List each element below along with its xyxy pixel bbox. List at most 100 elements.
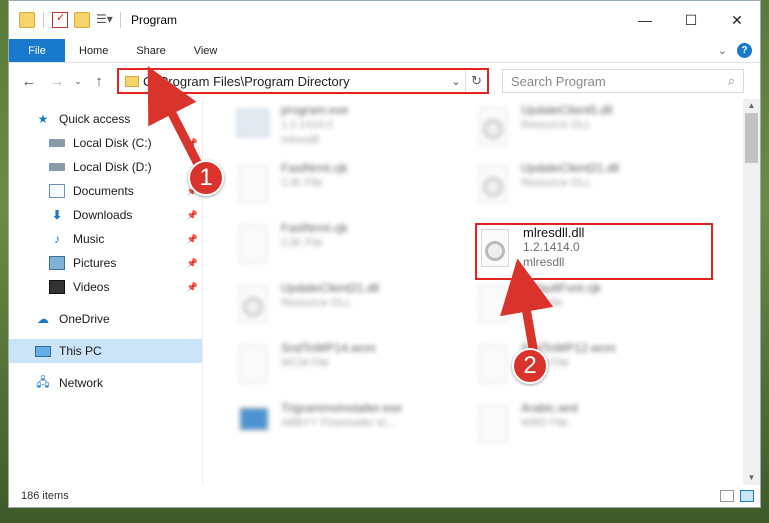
- network-icon: 🖧: [36, 374, 50, 389]
- nav-label: Downloads: [73, 208, 133, 222]
- nav-label: OneDrive: [59, 312, 110, 326]
- nav-this-pc[interactable]: This PC: [9, 339, 202, 363]
- dll-gear-icon: [473, 161, 513, 207]
- dll-gear-icon: [233, 281, 273, 327]
- nav-videos[interactable]: Videos 📌: [9, 275, 202, 299]
- nav-label: Pictures: [73, 256, 117, 270]
- file-meta: mlresdll: [281, 134, 319, 146]
- file-name: program.exe: [281, 103, 349, 117]
- file-name: UpdateClient21.dll: [281, 281, 380, 295]
- nav-label: Videos: [73, 280, 110, 294]
- nav-documents[interactable]: Documents 📌: [9, 179, 202, 203]
- nav-downloads[interactable]: ⬇ Downloads 📌: [9, 203, 202, 227]
- file-name: SndToWP14.wcm: [281, 341, 376, 355]
- scroll-thumb[interactable]: [745, 113, 758, 163]
- file-meta: Resource DLL: [521, 177, 592, 189]
- file-item[interactable]: SndToWP14.wcm WCM File: [233, 341, 468, 397]
- pin-icon[interactable]: 📌: [187, 234, 198, 245]
- properties-icon[interactable]: [52, 11, 68, 28]
- nav-local-disk-c[interactable]: Local Disk (C:) 📌: [9, 131, 202, 155]
- close-button[interactable]: ✕: [714, 1, 760, 39]
- tab-view[interactable]: View: [180, 39, 232, 62]
- new-folder-icon[interactable]: [74, 12, 90, 28]
- minimize-button[interactable]: —: [622, 1, 668, 39]
- nav-music[interactable]: ♪ Music 📌: [9, 227, 202, 251]
- nav-label: Documents: [73, 184, 134, 198]
- status-bar: 186 items: [9, 485, 760, 507]
- main-content: ★ Quick access Local Disk (C:) 📌 Local D…: [9, 99, 760, 485]
- large-icons-view-icon[interactable]: [740, 490, 754, 502]
- address-path[interactable]: C:\Program Files\Program Directory: [143, 74, 447, 89]
- forward-arrow-icon[interactable]: →: [43, 73, 71, 90]
- toolbar-divider: [43, 12, 44, 28]
- step-1-badge: 1: [188, 160, 224, 196]
- customize-toolbar-icon[interactable]: ☰▾: [96, 12, 113, 28]
- tab-home[interactable]: Home: [65, 39, 122, 62]
- tab-share[interactable]: Share: [122, 39, 179, 62]
- pin-icon[interactable]: 📌: [187, 258, 198, 269]
- refresh-icon[interactable]: ↻: [465, 70, 487, 92]
- recent-locations-icon[interactable]: ⌄: [71, 76, 85, 87]
- nav-onedrive[interactable]: ☁ OneDrive: [9, 307, 202, 331]
- details-view-icon[interactable]: [720, 490, 734, 502]
- videos-icon: [49, 280, 65, 294]
- help-icon[interactable]: ?: [737, 43, 752, 58]
- pin-icon[interactable]: 📌: [187, 138, 198, 149]
- title-bar: ☰▾ Program — ☐ ✕: [9, 1, 760, 39]
- back-arrow-icon[interactable]: ←: [15, 73, 43, 90]
- address-bar[interactable]: C:\Program Files\Program Directory ⌄ ↻: [117, 68, 489, 94]
- scroll-up-icon[interactable]: ▲: [743, 99, 760, 113]
- quick-access-toolbar: ☰▾: [9, 11, 123, 28]
- file-item[interactable]: Arabic.wrd WRD File: [473, 401, 708, 457]
- folder-icon[interactable]: [19, 12, 35, 28]
- step-2-badge: 2: [512, 348, 548, 384]
- file-name: UpdateClient21.dll: [521, 161, 620, 175]
- window-title: Program: [131, 13, 178, 27]
- nav-label: Music: [73, 232, 105, 246]
- nav-pictures[interactable]: Pictures 📌: [9, 251, 202, 275]
- file-item[interactable]: UpdateClient21.dll Resource DLL: [233, 281, 468, 337]
- file-meta: WRD File: [521, 417, 569, 429]
- documents-icon: [49, 184, 65, 198]
- file-meta: CJK File: [281, 237, 323, 249]
- file-item[interactable]: DefaultFont.cjk CJK File: [473, 281, 708, 337]
- toolbar-divider: [120, 12, 121, 28]
- file-meta: Resource DLL: [281, 297, 352, 309]
- vertical-scrollbar[interactable]: ▲ ▼: [743, 99, 760, 485]
- search-box[interactable]: Search Program ⌕: [502, 69, 744, 93]
- nav-network[interactable]: 🖧 Network: [9, 371, 202, 395]
- file-page-icon: [473, 341, 513, 387]
- file-item[interactable]: UpdateClient21.dll Resource DLL: [473, 161, 708, 217]
- up-arrow-icon[interactable]: ↑: [85, 73, 113, 90]
- address-dropdown-icon[interactable]: ⌄: [447, 75, 465, 88]
- file-list: program.exe 1.2.1414.0 mlresdll UpdateCl…: [203, 99, 760, 485]
- file-item[interactable]: TrigrammsInstaller.exe ABBYY Finereader …: [233, 401, 468, 457]
- file-name: TrigrammsInstaller.exe: [281, 401, 402, 415]
- maximize-button[interactable]: ☐: [668, 1, 714, 39]
- nav-label: Local Disk (C:): [73, 136, 152, 150]
- file-meta: CJK File: [521, 297, 563, 309]
- nav-label: This PC: [59, 344, 102, 358]
- nav-quick-access[interactable]: ★ Quick access: [9, 107, 202, 131]
- file-item[interactable]: SndToWP12.wcm WCM File: [473, 341, 708, 397]
- tab-file[interactable]: File: [9, 39, 65, 62]
- file-meta: Resource DLL: [521, 119, 592, 131]
- window-controls: — ☐ ✕: [622, 1, 760, 39]
- file-page-icon: [233, 221, 273, 267]
- expand-ribbon-icon[interactable]: ⌄: [718, 44, 727, 57]
- file-name: FastNrml.cjk: [281, 161, 348, 175]
- file-item[interactable]: FastNrml.cjk CJK File: [233, 221, 468, 277]
- file-item[interactable]: program.exe 1.2.1414.0 mlresdll: [233, 103, 468, 159]
- nav-local-disk-d[interactable]: Local Disk (D:): [9, 155, 202, 179]
- file-highlight-box: [475, 223, 713, 280]
- pin-icon[interactable]: 📌: [187, 210, 198, 221]
- search-input[interactable]: Search Program: [511, 74, 606, 89]
- scroll-down-icon[interactable]: ▼: [743, 471, 760, 485]
- file-page-icon: [473, 281, 513, 327]
- ribbon-tabs: File Home Share View ⌄ ?: [9, 39, 760, 63]
- view-toggle: [720, 490, 754, 502]
- file-item[interactable]: UpdateClient5.dll Resource DLL: [473, 103, 708, 159]
- pin-icon[interactable]: 📌: [187, 282, 198, 293]
- file-item[interactable]: FastNrml.cjk CJK File: [233, 161, 468, 217]
- star-icon: ★: [37, 112, 49, 126]
